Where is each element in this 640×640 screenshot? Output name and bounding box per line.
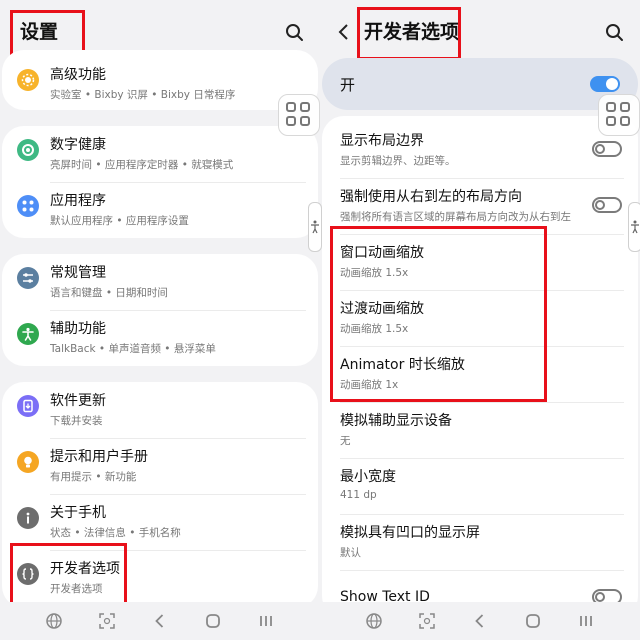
show-layout-bounds-toggle[interactable] (592, 141, 622, 157)
nav-bar (0, 602, 320, 640)
back-icon[interactable] (470, 611, 490, 631)
floating-multiwindow-grid-icon[interactable] (278, 94, 320, 136)
developer-header: 开发者选项 (320, 0, 640, 64)
settings-item-accessibility[interactable]: 辅助功能 TalkBack • 单声道音频 • 悬浮菜单 (2, 310, 318, 366)
settings-panel: 设置 高级功能 实验室 • Bixby 识屏 • Bixby 日常程序 数字健康… (0, 0, 320, 640)
item-title: 强制使用从右到左的布局方向 (340, 189, 522, 205)
item-subtitle: 无 (340, 435, 351, 447)
dev-item-force-rtl[interactable]: 强制使用从右到左的布局方向 强制将所有语言区域的屏幕布局方向改为从右到左 (328, 178, 632, 234)
item-title: 窗口动画缩放 (340, 245, 424, 261)
developer-settings-list: 显示布局边界 显示剪辑边界、边距等。 强制使用从右到左的布局方向 强制将所有语言… (322, 116, 638, 618)
settings-item-advanced-features[interactable]: 高级功能 实验室 • Bixby 识屏 • Bixby 日常程序 (2, 56, 318, 112)
back-icon[interactable] (150, 611, 170, 631)
search-icon[interactable] (284, 22, 306, 44)
settings-item-developer-options[interactable]: 开发者选项 开发者选项 (2, 550, 318, 606)
item-title: 常规管理 (50, 265, 106, 281)
dev-item-show-layout-bounds[interactable]: 显示布局边界 显示剪辑边界、边距等。 (328, 122, 632, 178)
item-title: 数字健康 (50, 137, 106, 153)
recent-apps-icon[interactable] (256, 611, 276, 631)
developer-options-icon (17, 563, 39, 585)
dev-item-simulate-secondary-display[interactable]: 模拟辅助显示设备 无 (328, 402, 632, 458)
item-title: 模拟辅助显示设备 (340, 413, 452, 429)
dev-item-window-animation-scale[interactable]: 窗口动画缩放 动画缩放 1.5x (328, 234, 632, 290)
item-subtitle: TalkBack • 单声道音频 • 悬浮菜单 (50, 343, 216, 355)
item-subtitle: 有用提示 • 新功能 (50, 471, 137, 483)
item-subtitle: 下载并安装 (50, 415, 103, 427)
item-subtitle: 强制将所有语言区域的屏幕布局方向改为从右到左 (340, 211, 571, 223)
tips-lightbulb-icon (17, 451, 39, 473)
item-title: 最小宽度 (340, 469, 396, 485)
home-icon[interactable] (203, 611, 223, 631)
item-subtitle: 语言和键盘 • 日期和时间 (50, 287, 168, 299)
screenshot-capture-icon[interactable] (97, 611, 117, 631)
dev-item-simulate-cutout-display[interactable]: 模拟具有凹口的显示屏 默认 (328, 514, 632, 570)
item-subtitle: 动画缩放 1.5x (340, 267, 409, 279)
item-subtitle: 显示剪辑边界、边距等。 (340, 155, 456, 167)
item-title: 模拟具有凹口的显示屏 (340, 525, 480, 541)
force-rtl-toggle[interactable] (592, 197, 622, 213)
item-subtitle: 411 dp (340, 489, 377, 501)
dev-item-animator-duration-scale[interactable]: Animator 时长缩放 动画缩放 1x (328, 346, 632, 402)
globe-icon[interactable] (44, 611, 64, 631)
item-title: Animator 时长缩放 (340, 357, 465, 373)
item-subtitle: 亮屏时间 • 应用程序定时器 • 就寝模式 (50, 159, 234, 171)
item-subtitle: 开发者选项 (50, 583, 103, 595)
page-title: 设置 (20, 21, 59, 43)
settings-item-apps[interactable]: 应用程序 默认应用程序 • 应用程序设置 (2, 182, 318, 238)
search-icon[interactable] (604, 22, 626, 44)
back-arrow-icon[interactable] (334, 22, 354, 42)
item-subtitle: 状态 • 法律信息 • 手机名称 (50, 527, 181, 539)
home-icon[interactable] (523, 611, 543, 631)
item-title: 过渡动画缩放 (340, 301, 424, 317)
settings-card-wellbeing: 数字健康 亮屏时间 • 应用程序定时器 • 就寝模式 应用程序 默认应用程序 •… (2, 126, 318, 238)
globe-icon[interactable] (364, 611, 384, 631)
item-title: 开发者选项 (50, 561, 120, 577)
nav-bar (320, 602, 640, 640)
item-subtitle: 默认应用程序 • 应用程序设置 (50, 215, 189, 227)
developer-master-switch-bar[interactable]: 开 (322, 58, 638, 110)
settings-item-general-management[interactable]: 常规管理 语言和键盘 • 日期和时间 (2, 254, 318, 310)
settings-item-software-update[interactable]: 软件更新 下载并安装 (2, 382, 318, 438)
settings-item-tips[interactable]: 提示和用户手册 有用提示 • 新功能 (2, 438, 318, 494)
dev-item-smallest-width[interactable]: 最小宽度 411 dp (328, 458, 632, 514)
master-switch-label: 开 (340, 76, 356, 94)
item-title: 提示和用户手册 (50, 449, 148, 465)
dev-item-transition-animation-scale[interactable]: 过渡动画缩放 动画缩放 1.5x (328, 290, 632, 346)
digital-wellbeing-icon (17, 139, 39, 161)
settings-card-general: 常规管理 语言和键盘 • 日期和时间 辅助功能 TalkBack • 单声道音频… (2, 254, 318, 366)
settings-card-system: 软件更新 下载并安装 提示和用户手册 有用提示 • 新功能 关于手机 状态 • … (2, 382, 318, 608)
about-phone-info-icon (17, 507, 39, 529)
item-subtitle: 实验室 • Bixby 识屏 • Bixby 日常程序 (50, 89, 236, 101)
accessibility-side-handle-icon[interactable] (628, 202, 640, 252)
settings-item-digital-wellbeing[interactable]: 数字健康 亮屏时间 • 应用程序定时器 • 就寝模式 (2, 126, 318, 182)
floating-multiwindow-grid-icon[interactable] (598, 94, 640, 136)
item-title: 应用程序 (50, 193, 106, 209)
item-title: 高级功能 (50, 67, 106, 83)
general-management-icon (17, 267, 39, 289)
item-subtitle: 动画缩放 1.5x (340, 323, 409, 335)
apps-icon (17, 195, 39, 217)
settings-item-about-phone[interactable]: 关于手机 状态 • 法律信息 • 手机名称 (2, 494, 318, 550)
item-subtitle: 动画缩放 1x (340, 379, 399, 391)
developer-options-panel: 开发者选项 开 显示布局边界 显示剪辑边界、边距等。 强制使用从右到左的布局方向… (320, 0, 640, 640)
item-title: 关于手机 (50, 505, 106, 521)
software-update-icon (17, 395, 39, 417)
item-title: 软件更新 (50, 393, 106, 409)
page-title: 开发者选项 (364, 21, 460, 43)
item-subtitle: 默认 (340, 547, 361, 559)
accessibility-icon (17, 323, 39, 345)
advanced-features-icon (17, 69, 39, 91)
screenshot-capture-icon[interactable] (417, 611, 437, 631)
item-title: 显示布局边界 (340, 133, 424, 149)
master-toggle-switch[interactable] (590, 76, 620, 92)
accessibility-side-handle-icon[interactable] (308, 202, 322, 252)
settings-card-advanced: 高级功能 实验室 • Bixby 识屏 • Bixby 日常程序 (2, 50, 318, 110)
item-title: 辅助功能 (50, 321, 106, 337)
recent-apps-icon[interactable] (576, 611, 596, 631)
